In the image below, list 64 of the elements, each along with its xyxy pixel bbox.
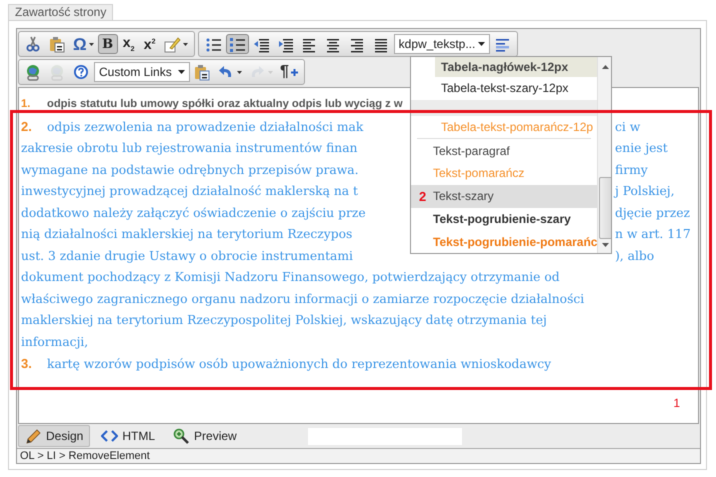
globe-link-icon — [49, 64, 66, 80]
style-select[interactable]: kdpw_tekstp... — [394, 34, 490, 54]
caret-icon — [182, 42, 188, 46]
scrollbar[interactable] — [597, 57, 611, 253]
list-text: firmy — [615, 162, 648, 179]
style-option[interactable]: Tabela-tekst-szary-12px — [411, 76, 598, 100]
list-text: kartę wzorów podpisów osób upoważnionych do reprezentowania wnioskodawcy — [47, 356, 552, 373]
element-path: OL > LI > RemoveElement — [20, 450, 150, 462]
globe-link-icon — [25, 64, 42, 80]
list-text: odpis zezwolenia na prowadzenie działalności mak — [47, 118, 364, 136]
numbered-list-icon — [228, 36, 246, 52]
toolbar-button[interactable]: Ω — [70, 34, 97, 54]
list-text: ust. 3 zdanie drugie Ustawy o obrocie instrumentami — [21, 248, 353, 265]
style-option[interactable]: Tekst-pogrubienie-szary — [411, 208, 598, 230]
code-icon — [101, 428, 118, 444]
list-text: j Polskiej, — [615, 183, 675, 200]
style-select[interactable]: Custom Links — [94, 62, 190, 82]
scroll-thumb[interactable] — [599, 177, 611, 239]
scroll-up-icon — [602, 65, 610, 69]
mode-tab[interactable]: Design — [18, 425, 90, 447]
caret-icon — [237, 70, 242, 74]
scissors-icon — [25, 36, 42, 52]
list-text: nią działalności maklerskiej na terytorium Rzeczypos — [21, 226, 352, 243]
pencil-icon — [25, 428, 42, 444]
clipboard-icon — [194, 64, 211, 80]
list-text: wymagane na podstawie odrębnych przepisów prawa. — [21, 162, 358, 179]
mode-tab[interactable]: Preview — [166, 425, 244, 447]
list-text: informacji, — [21, 334, 88, 351]
list-text: zakresie obrotu lub rejestrowania instrumentów finan — [21, 140, 358, 157]
list-text: odpis statutu lub umowy spółki oraz aktualny odpis lub wyciąg z w — [47, 97, 403, 112]
list-text: n w art. 117 — [615, 226, 691, 243]
style-option[interactable]: Tabela-nagłówek-12px — [435, 57, 598, 77]
annotation-number: 2 — [419, 188, 426, 204]
list-text: djęcie przez — [615, 204, 690, 222]
list-text: ci w — [615, 118, 640, 136]
style-option[interactable]: Tekst-paragraf — [411, 139, 598, 162]
clipboard-icon — [49, 36, 66, 52]
mode-tab[interactable]: HTML — [94, 425, 162, 447]
page-tab[interactable]: Zawartość strony — [8, 4, 114, 21]
annotation-number: 1 — [673, 396, 680, 410]
toolbar-button[interactable]: x$^{2}$ — [140, 34, 160, 54]
help-icon — [73, 64, 90, 80]
style-option[interactable]: 2 Tekst-szary — [411, 184, 598, 208]
magnifier-icon — [173, 428, 190, 444]
list-text: ), albo — [615, 248, 654, 264]
list-number: 3. — [21, 355, 33, 373]
scroll-down-icon — [602, 243, 610, 247]
list-text: dokument pochodzący z Komisji Nadzoru Finansowego, potwierdzający otrzymanie od — [21, 269, 560, 286]
list-text: inwestycyjnej prowadzącej działalność maklerską na t — [21, 183, 358, 200]
list-number: 1. — [21, 97, 32, 112]
list-text: dodatkowo należy załączyć oświadczenie o zajściu prze — [21, 204, 366, 222]
list-text: enie jest — [615, 140, 668, 157]
caret-icon — [478, 42, 485, 46]
plus-icon — [290, 68, 298, 76]
toolbar-button[interactable]: B — [98, 34, 118, 54]
caret-icon — [178, 70, 185, 74]
list-text: właściwego zagranicznego organu nadzoru informacji o zamiarze rozpoczęcie działalności — [21, 290, 584, 308]
list-number: 2. — [21, 118, 33, 136]
toolbar-button[interactable]: ¶ — [277, 62, 301, 82]
toolbar-button[interactable]: x$_{2}$ — [118, 34, 139, 54]
bullet-list-icon — [204, 36, 222, 52]
list-text: maklerskiej na terytorium Rzeczypospolitej Polskiej, wskazujący datę otrzymania tej — [21, 312, 547, 329]
toolbar-button[interactable] — [226, 34, 249, 54]
caret-icon — [88, 42, 94, 46]
